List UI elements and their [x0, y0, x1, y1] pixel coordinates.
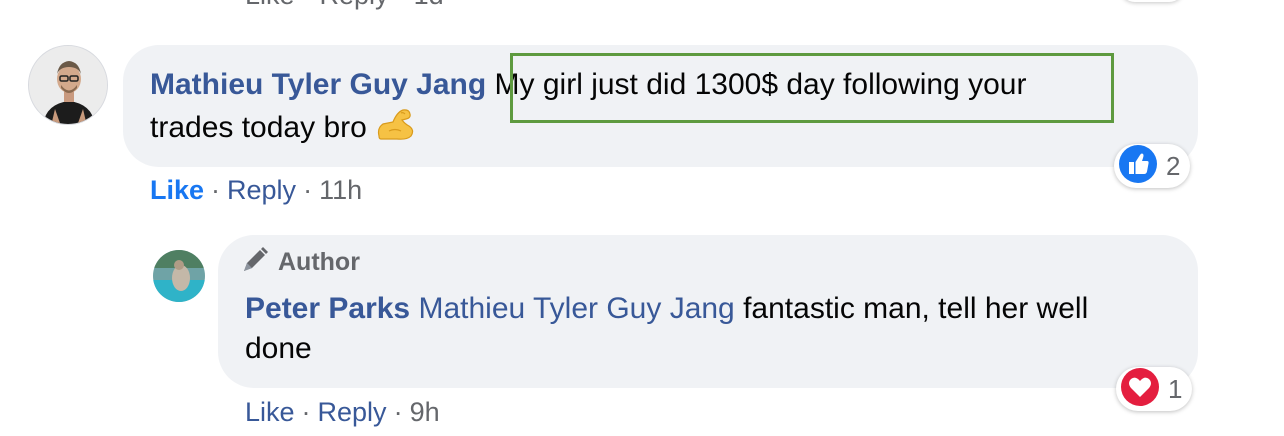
separator: ·: [303, 175, 313, 205]
previous-like-link[interactable]: Like: [245, 0, 295, 10]
reply-reaction-badge[interactable]: 1: [1116, 367, 1193, 412]
flexed-biceps-icon: [375, 106, 415, 152]
reply-author-name[interactable]: Peter Parks: [245, 292, 410, 325]
heart-icon: [1120, 367, 1160, 412]
separator: ·: [211, 175, 221, 205]
comment-second-line: trades today bro: [150, 106, 415, 152]
author-badge-label: Author: [278, 248, 360, 277]
separator: ·: [393, 397, 403, 427]
reply-second-line: done: [245, 328, 312, 370]
separator: ·: [301, 397, 311, 427]
reply-link[interactable]: Reply: [227, 175, 296, 205]
pen-icon: [240, 245, 270, 282]
avatar-peter[interactable]: [153, 250, 205, 302]
separator: ·: [303, 0, 312, 10]
previous-timestamp: 1d: [414, 0, 444, 10]
like-link[interactable]: Like: [245, 397, 295, 427]
reply-link[interactable]: Reply: [318, 397, 387, 427]
comment-actions: Like · Reply · 11h: [150, 173, 362, 207]
reaction-count: 2: [1166, 150, 1181, 181]
highlight-box: [510, 53, 1114, 123]
previous-reply-link[interactable]: Reply: [320, 0, 389, 10]
reply-actions: Like · Reply · 9h: [245, 395, 440, 429]
comment-text-line2: trades today bro: [150, 110, 367, 144]
previous-comment-actions: Like · Reply · 1d: [245, 0, 444, 11]
comment-author-name[interactable]: Mathieu Tyler Guy Jang: [150, 68, 486, 101]
avatar-mathieu[interactable]: [28, 45, 108, 125]
separator: ·: [397, 0, 406, 10]
previous-reaction-badge[interactable]: [1120, 0, 1184, 2]
reply-timestamp[interactable]: 9h: [410, 397, 440, 427]
reply-text-line2: done: [245, 332, 312, 365]
reaction-count: 1: [1168, 373, 1183, 404]
avatar-portrait-icon: [29, 46, 107, 124]
reply-text-line1: fantastic man, tell her well: [743, 292, 1089, 325]
comment-reaction-badge[interactable]: 2: [1114, 144, 1191, 189]
reply-first-line: Peter Parks Mathieu Tyler Guy Jang fanta…: [245, 288, 1088, 330]
comment-timestamp[interactable]: 11h: [319, 175, 362, 205]
like-link[interactable]: Like: [150, 175, 204, 205]
thumbs-up-icon: [1118, 144, 1158, 189]
author-badge: Author: [240, 245, 360, 282]
reply-mention[interactable]: Mathieu Tyler Guy Jang: [418, 292, 734, 325]
avatar-photo-icon: [153, 250, 205, 302]
